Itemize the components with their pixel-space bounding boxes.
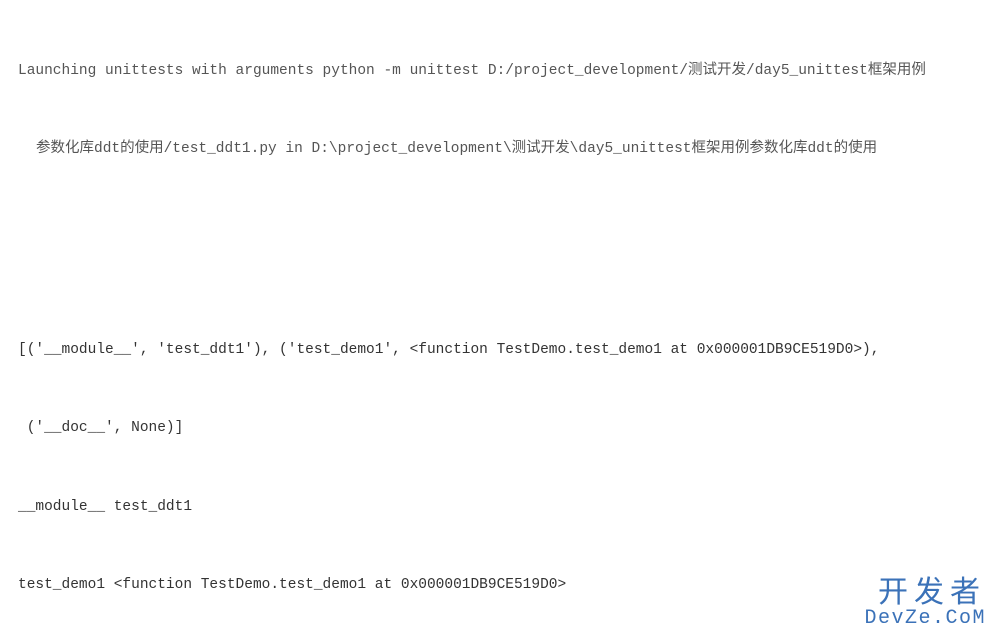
introspect-line-2: ('__doc__', None)] — [18, 415, 992, 441]
launch-line-1: Launching unittests with arguments pytho… — [18, 58, 992, 84]
launch-line-2: 参数化库ddt的使用/test_ddt1.py in D:\project_de… — [18, 136, 992, 162]
blank-gap — [18, 241, 992, 259]
demo-line: test_demo1 <function TestDemo.test_demo1… — [18, 572, 992, 598]
console-output: Launching unittests with arguments pytho… — [0, 0, 1000, 635]
introspect-line-1: [('__module__', 'test_ddt1'), ('test_dem… — [18, 337, 992, 363]
module-line: __module__ test_ddt1 — [18, 494, 992, 520]
